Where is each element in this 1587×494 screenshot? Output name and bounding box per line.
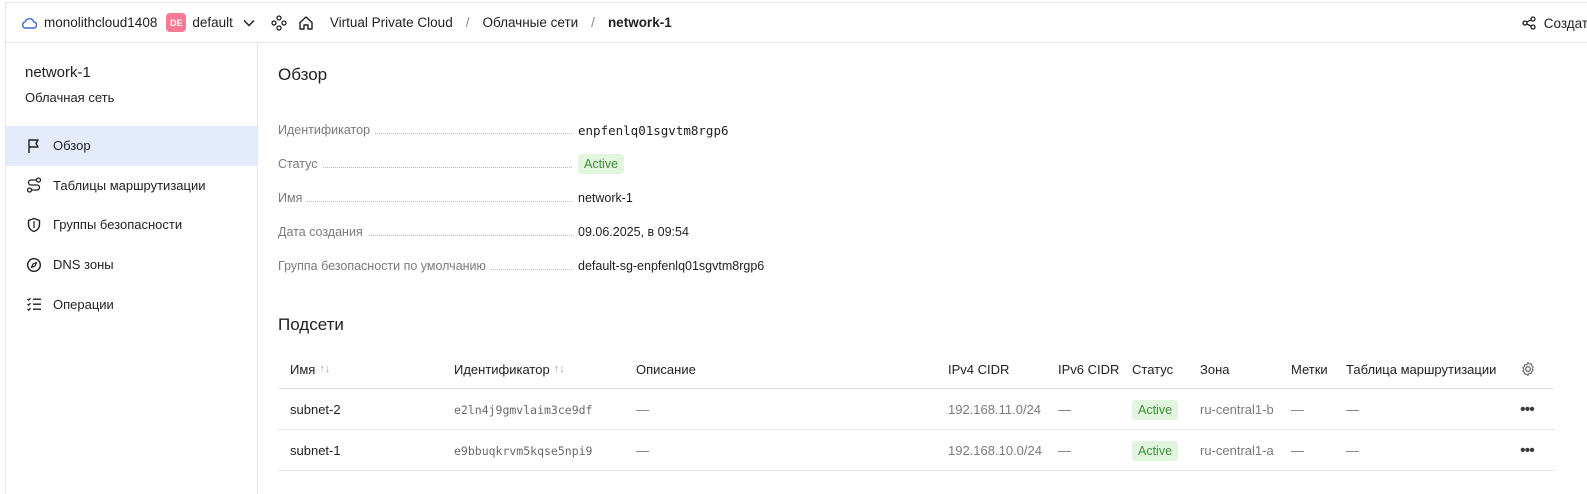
column-header-zone: Зона	[1200, 361, 1230, 377]
subnet-ipv6: —	[1058, 402, 1071, 417]
column-header-id[interactable]: Идентификатор ↑↓	[454, 349, 565, 389]
subnet-route-table: —	[1346, 402, 1359, 417]
network-name-value: network-1	[578, 191, 633, 205]
cloud-icon[interactable]	[20, 14, 38, 32]
created-date-value: 09.06.2025, в 09:54	[578, 225, 689, 239]
home-icon[interactable]	[297, 14, 315, 32]
subnet-ipv6: —	[1058, 443, 1071, 458]
subnet-description: —	[636, 443, 649, 458]
sidebar-item-operations[interactable]: Операции	[6, 284, 258, 324]
subnet-zone: ru-central1-b	[1200, 402, 1274, 417]
table-row[interactable]: subnet-2 e2ln4j9gmvlaim3ce9df — 192.168.…	[278, 389, 1555, 430]
property-id: Идентификатор enpfenlq01sgvtm8rgp6	[278, 113, 838, 147]
sidebar-item-overview[interactable]: Обзор	[6, 126, 258, 166]
compass-icon	[25, 256, 43, 274]
subnets-heading: Подсети	[278, 315, 344, 334]
property-key: Имя	[278, 191, 308, 205]
gear-icon[interactable]	[1520, 349, 1536, 389]
subnet-name[interactable]: subnet-1	[290, 430, 341, 471]
breadcrumb-separator: /	[465, 15, 470, 30]
breadcrumb: Virtual Private Cloud / Облачные сети / …	[330, 15, 672, 30]
sidebar-item-label: Обзор	[53, 138, 91, 154]
subnet-id: e9bbuqkrvm5kqse5npi9	[454, 443, 593, 458]
shield-icon	[25, 216, 43, 234]
sidebar-item-label: DNS зоны	[53, 257, 114, 273]
breadcrumb-vpc[interactable]: Virtual Private Cloud	[330, 15, 453, 30]
column-header-status: Статус	[1132, 361, 1174, 377]
column-header-description: Описание	[636, 361, 696, 377]
account-name[interactable]: monolithcloud1408	[44, 15, 157, 30]
sort-icon[interactable]: ↑↓	[554, 363, 565, 375]
table-header: Имя ↑↓ Идентификатор ↑↓ Описание IPv4 CI…	[278, 349, 1555, 389]
breadcrumb-networks[interactable]: Облачные сети	[482, 15, 578, 30]
property-key: Идентификатор	[278, 123, 376, 137]
more-actions-icon[interactable]: •••	[1520, 442, 1535, 460]
property-key: Статус	[278, 157, 323, 171]
dotted-leader	[278, 201, 572, 202]
subnets-table: Имя ↑↓ Идентификатор ↑↓ Описание IPv4 CI…	[278, 349, 1555, 471]
flag-icon	[25, 137, 43, 155]
subnet-id: e2ln4j9gmvlaim3ce9df	[454, 402, 593, 417]
table-row[interactable]: subnet-1 e9bbuqkrvm5kqse5npi9 — 192.168.…	[278, 430, 1555, 471]
create-label: Создат	[1543, 15, 1587, 31]
services-icon[interactable]	[270, 14, 288, 32]
sidebar-item-label: Операции	[53, 296, 114, 312]
sidebar-item-dns-zones[interactable]: DNS зоны	[6, 245, 258, 285]
column-label: Имя	[290, 361, 316, 377]
subnet-description: —	[636, 402, 649, 417]
property-name: Имя network-1	[278, 181, 838, 215]
status-badge: Active	[1132, 440, 1179, 461]
list-check-icon	[25, 295, 43, 313]
subnet-name[interactable]: subnet-2	[290, 389, 341, 430]
chevron-down-icon[interactable]	[242, 16, 256, 30]
column-header-route-table: Таблица маршрутизации	[1346, 361, 1497, 377]
column-header-ipv4: IPv4 CIDR	[948, 361, 1010, 377]
folder-badge: DE	[166, 13, 187, 32]
create-button[interactable]: Создат	[1522, 3, 1587, 43]
console-page: monolithcloud1408 DE default Virtual Pri…	[5, 2, 1587, 494]
subnet-route-table: —	[1346, 443, 1359, 458]
property-key: Дата создания	[278, 225, 368, 239]
sidebar-item-route-tables[interactable]: Таблицы маршрутизации	[6, 166, 258, 206]
breadcrumb-separator: /	[591, 15, 595, 30]
more-actions-icon[interactable]: •••	[1520, 401, 1535, 419]
overview-properties: Идентификатор enpfenlq01sgvtm8rgp6 Стату…	[278, 113, 838, 283]
column-header-name[interactable]: Имя ↑↓	[290, 349, 330, 389]
subnet-labels: —	[1291, 443, 1304, 458]
network-id-value[interactable]: enpfenlq01sgvtm8rgp6	[578, 123, 729, 138]
sort-icon[interactable]: ↑↓	[319, 363, 330, 375]
sidebar: network-1 Облачная сеть Обзор Таблицы ма…	[6, 43, 258, 494]
folder-name[interactable]: default	[192, 15, 233, 30]
column-label: Идентификатор	[454, 361, 550, 377]
property-default-sg: Группа безопасности по умолчанию default…	[278, 249, 838, 283]
top-bar: monolithcloud1408 DE default Virtual Pri…	[6, 3, 1587, 43]
subnet-ipv4: 192.168.10.0/24	[948, 443, 1042, 458]
sidebar-item-label: Группы безопасности	[53, 217, 183, 233]
sidebar-item-security-groups[interactable]: Группы безопасности	[6, 205, 258, 245]
default-security-group-link[interactable]: default-sg-enpfenlq01sgvtm8rgp6	[578, 259, 764, 273]
overview-heading: Обзор	[278, 65, 328, 84]
status-badge: Active	[578, 154, 625, 174]
subnet-ipv4: 192.168.11.0/24	[948, 402, 1042, 417]
property-created: Дата создания 09.06.2025, в 09:54	[278, 215, 838, 249]
route-icon	[25, 176, 43, 194]
sidebar-nav: Обзор Таблицы маршрутизации Группы безоп…	[6, 126, 258, 324]
sidebar-subtitle: Облачная сеть	[25, 90, 115, 105]
subnet-zone: ru-central1-a	[1200, 443, 1274, 458]
subnet-labels: —	[1291, 402, 1304, 417]
column-header-labels: Метки	[1291, 361, 1328, 377]
column-header-ipv6: IPv6 CIDR	[1058, 361, 1120, 377]
sidebar-title: network-1	[25, 64, 91, 81]
property-key: Группа безопасности по умолчанию	[278, 259, 491, 273]
breadcrumb-current: network-1	[607, 15, 672, 30]
status-badge: Active	[1132, 399, 1179, 420]
share-icon	[1522, 16, 1536, 30]
sidebar-item-label: Таблицы маршрутизации	[53, 177, 206, 193]
property-status: Статус Active	[278, 147, 838, 181]
